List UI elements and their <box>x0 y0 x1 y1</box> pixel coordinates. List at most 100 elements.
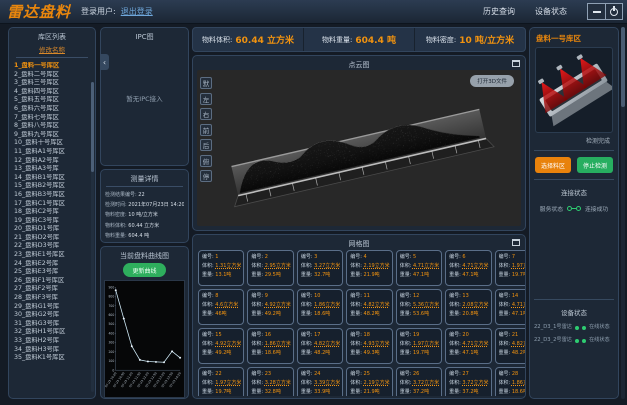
sidebar-item[interactable]: 29_盘料G1号库 <box>14 303 93 312</box>
service-status-value: 连接成功 <box>585 204 608 213</box>
grid-cell[interactable]: 编号: 1体积: 1.31立方米重量: 13.1吨 <box>198 250 244 286</box>
sidebar-item[interactable]: 25_盘料E3号库 <box>14 268 93 277</box>
sidebar-item[interactable]: 2_盘料二号库区 <box>14 71 93 80</box>
device-list: 22_D3_1号雷达在线状态22_D3_2号雷达在线状态 <box>530 319 618 349</box>
power-button[interactable] <box>605 4 622 19</box>
device-status-button[interactable]: 设备状态 <box>535 6 567 17</box>
sidebar-item[interactable]: 7_盘料七号库区 <box>14 114 93 123</box>
grid-cell[interactable]: 编号: 20体积: 4.71立方米重量: 47.1吨 <box>445 328 491 364</box>
maximize-icon[interactable] <box>512 239 520 246</box>
sidebar-item[interactable]: 31_盘料G3号库 <box>14 320 93 329</box>
sidebar-item[interactable]: 16_盘料B3号库区 <box>14 191 93 200</box>
history-query-button[interactable]: 历史查询 <box>483 6 515 17</box>
sidebar-item[interactable]: 1_盘料一号库区 <box>14 62 93 71</box>
open-3d-file-button[interactable]: 打开3D文件 <box>470 75 514 87</box>
sidebar-scrollbar[interactable] <box>91 82 94 392</box>
sidebar-item[interactable]: 21_盘料D2号库 <box>14 234 93 243</box>
sidebar-item[interactable]: 8_盘料八号库区 <box>14 122 93 131</box>
sidebar-scroll-thumb[interactable] <box>91 82 94 172</box>
sidebar-item[interactable]: 9_盘料九号库区 <box>14 131 93 140</box>
grid-cell[interactable]: 编号: 5体积: 4.71立方米重量: 47.1吨 <box>396 250 442 286</box>
grid-cell[interactable]: 编号: 21体积: 4.82立方米重量: 48.2吨 <box>495 328 525 364</box>
svg-text:700: 700 <box>108 304 114 308</box>
grid-cell[interactable]: 编号: 19体积: 1.97立方米重量: 19.7吨 <box>396 328 442 364</box>
grid-cell[interactable]: 编号: 13体积: 2.08立方米重量: 20.8吨 <box>445 289 491 325</box>
grid-cell[interactable]: 编号: 27体积: 3.72立方米重量: 37.2吨 <box>445 367 491 396</box>
update-curve-button[interactable]: 更新曲线 <box>123 263 165 277</box>
grid-cell[interactable]: 编号: 9体积: 4.92立方米重量: 49.2吨 <box>247 289 293 325</box>
sidebar-item[interactable]: 6_盘料六号库区 <box>14 105 93 114</box>
cell-volume-row: 体积: 3.28立方米 <box>251 379 290 388</box>
collapse-panel-button[interactable]: ‹ <box>100 54 109 70</box>
stop-detect-button[interactable]: 停止检测 <box>577 157 613 173</box>
sidebar-item[interactable]: 10_盘料十号库区 <box>14 139 93 148</box>
sidebar-item[interactable]: 24_盘料E2号库 <box>14 260 93 269</box>
sidebar-item[interactable]: 34_盘料H3号库 <box>14 346 93 355</box>
cell-weight-row: 重量: 47.1吨 <box>449 349 488 358</box>
grid-cell[interactable]: 编号: 22体积: 1.97立方米重量: 19.7吨 <box>198 367 244 396</box>
grid-cell[interactable]: 编号: 26体积: 3.72立方米重量: 37.2吨 <box>396 367 442 396</box>
grid-cell[interactable]: 编号: 8体积: 4.6立方米重量: 46吨 <box>198 289 244 325</box>
sidebar-item[interactable]: 28_盘料F3号库 <box>14 294 93 303</box>
grid-cell[interactable]: 编号: 25体积: 2.19立方米重量: 21.9吨 <box>346 367 392 396</box>
sidebar-item[interactable]: 17_盘料C1号库区 <box>14 200 93 209</box>
view-button-右[interactable]: 右 <box>200 108 212 120</box>
view-button-前[interactable]: 前 <box>200 124 212 136</box>
grid-cell[interactable]: 编号: 18体积: 4.93立方米重量: 49.3吨 <box>346 328 392 364</box>
sidebar-item[interactable]: 19_盘料C3号库 <box>14 217 93 226</box>
grid-cell[interactable]: 编号: 12体积: 5.36立方米重量: 53.6吨 <box>396 289 442 325</box>
sidebar-item[interactable]: 23_盘料E1号库区 <box>14 251 93 260</box>
sidebar-item[interactable]: 27_盘料F2号库 <box>14 285 93 294</box>
grid-cell[interactable]: 编号: 28体积: 1.86立方米重量: 18.6吨 <box>495 367 525 396</box>
point-cloud-canvas[interactable]: 默左右前后俯停 打开3D文件 <box>197 70 521 226</box>
grid-cell[interactable]: 编号: 17体积: 4.82立方米重量: 48.2吨 <box>297 328 343 364</box>
sidebar-item[interactable]: 3_盘料三号库区 <box>14 79 93 88</box>
grid-cell[interactable]: 编号: 6体积: 4.71立方米重量: 47.1吨 <box>445 250 491 286</box>
measure-row: 物料密度: 10 吨/立方米 <box>105 210 184 220</box>
sidebar-item[interactable]: 14_盘料B1号库区 <box>14 174 93 183</box>
sidebar-item[interactable]: 18_盘料C2号库 <box>14 208 93 217</box>
view-button-默[interactable]: 默 <box>200 77 212 89</box>
sidebar-item[interactable]: 5_盘料五号库区 <box>14 96 93 105</box>
sidebar-item[interactable]: 26_盘料F1号库区 <box>14 277 93 286</box>
grid-cell[interactable]: 编号: 15体积: 4.92立方米重量: 49.2吨 <box>198 328 244 364</box>
svg-text:500: 500 <box>108 322 114 326</box>
view-button-左[interactable]: 左 <box>200 93 212 105</box>
measure-rows: 检测结果编号: 22检测时间: 2021年07月23日 14:20:16物料密度… <box>101 189 188 242</box>
grid-cell[interactable]: 编号: 16体积: 1.86立方米重量: 18.6吨 <box>247 328 293 364</box>
view-button-后[interactable]: 后 <box>200 139 212 151</box>
sidebar-item[interactable]: 33_盘料H2号库 <box>14 337 93 346</box>
online-dot-icon <box>575 339 579 343</box>
cell-id-row: 编号: 18 <box>350 331 389 340</box>
curve-point <box>131 345 133 347</box>
sidebar-item[interactable]: 15_盘料B2号库区 <box>14 182 93 191</box>
sidebar-item[interactable]: 30_盘料G2号库 <box>14 311 93 320</box>
page-scroll-thumb[interactable] <box>621 27 625 107</box>
view-button-俯[interactable]: 俯 <box>200 155 212 167</box>
sidebar-item[interactable]: 35_盘料K1号库区 <box>14 354 93 363</box>
sidebar-item[interactable]: 4_盘料四号库区 <box>14 88 93 97</box>
sidebar-item[interactable]: 22_盘料D3号库 <box>14 242 93 251</box>
sidebar-item[interactable]: 12_盘料A2号库 <box>14 157 93 166</box>
sidebar-item[interactable]: 11_盘料A1号库区 <box>14 148 93 157</box>
grid-cell[interactable]: 编号: 3体积: 3.27立方米重量: 32.7吨 <box>297 250 343 286</box>
sidebar-item[interactable]: 13_盘料A3号库 <box>14 165 93 174</box>
sidebar-item[interactable]: 32_盘料H1号库区 <box>14 328 93 337</box>
grid-cell[interactable]: 编号: 7体积: 1.97立方米重量: 19.7吨 <box>495 250 525 286</box>
grid-cell[interactable]: 编号: 23体积: 3.28立方米重量: 32.8吨 <box>247 367 293 396</box>
page-scrollbar[interactable] <box>621 27 625 399</box>
minimize-button[interactable] <box>588 4 605 19</box>
maximize-icon[interactable] <box>512 60 520 67</box>
grid-cell[interactable]: 编号: 10体积: 1.86立方米重量: 18.6吨 <box>297 289 343 325</box>
grid-cell[interactable]: 编号: 11体积: 4.82立方米重量: 48.2吨 <box>346 289 392 325</box>
grid-cell[interactable]: 编号: 24体积: 3.39立方米重量: 33.9吨 <box>297 367 343 396</box>
select-area-button[interactable]: 选择料区 <box>535 157 571 173</box>
logout-link[interactable]: 退出登录 <box>121 6 153 17</box>
rename-link[interactable]: 修改名称 <box>9 44 95 54</box>
grid-cell[interactable]: 编号: 2体积: 2.95立方米重量: 29.5吨 <box>247 250 293 286</box>
cell-volume-row: 体积: 4.82立方米 <box>301 340 340 349</box>
sidebar-item[interactable]: 20_盘料D1号库 <box>14 225 93 234</box>
grid-cell[interactable]: 编号: 14体积: 4.71立方米重量: 47.1吨 <box>495 289 525 325</box>
view-button-停[interactable]: 停 <box>200 170 212 182</box>
grid-cell[interactable]: 编号: 4体积: 2.19立方米重量: 21.9吨 <box>346 250 392 286</box>
